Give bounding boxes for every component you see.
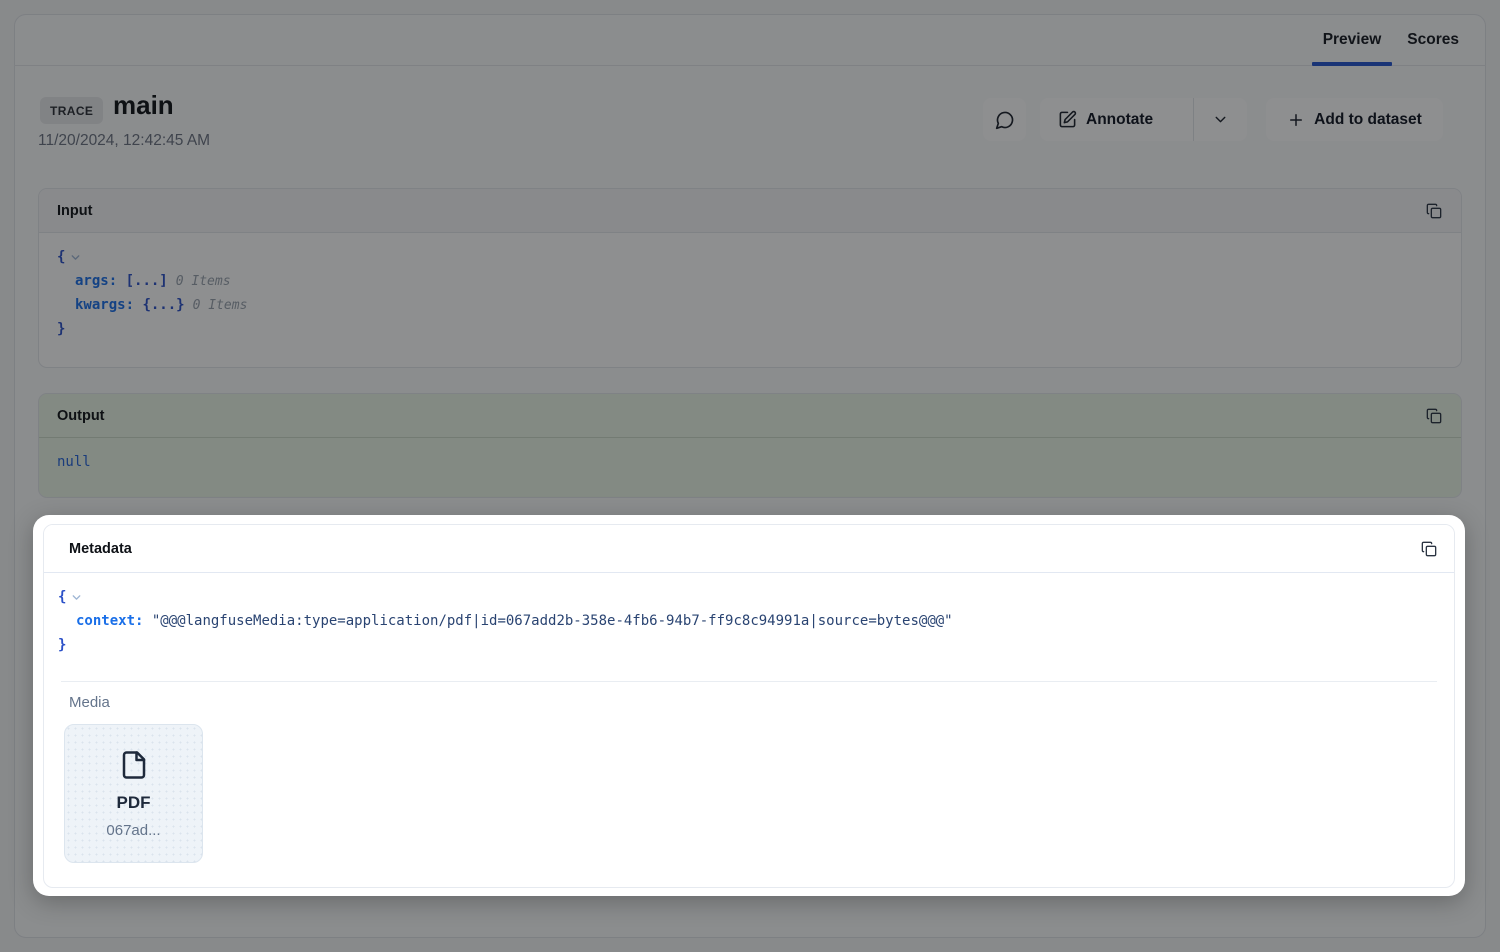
pdf-id-label: 067ad... — [106, 822, 160, 839]
pdf-media-card[interactable]: PDF 067ad... — [64, 724, 203, 863]
json-open-brace: { — [58, 589, 66, 605]
media-divider — [61, 681, 1437, 682]
metadata-spotlight: Metadata { context: "@@@langfuseMedia:ty… — [33, 515, 1465, 896]
json-row-context: context: "@@@langfuseMedia:type=applicat… — [58, 609, 1436, 633]
json-collapse-icon[interactable] — [70, 591, 83, 604]
trace-detail-view: Preview Scores TRACE main 11/20/2024, 12… — [0, 0, 1500, 952]
json-close-brace: } — [58, 637, 66, 653]
metadata-copy-button[interactable] — [1420, 540, 1438, 558]
copy-icon — [1421, 541, 1437, 557]
file-icon — [119, 748, 149, 782]
media-section-label: Media — [69, 694, 1454, 711]
metadata-panel-title: Metadata — [69, 541, 132, 557]
metadata-json-viewer: { context: "@@@langfuseMedia:type=applic… — [44, 573, 1454, 657]
json-string-value: "@@@langfuseMedia:type=application/pdf|i… — [152, 613, 953, 629]
metadata-panel-header: Metadata — [44, 525, 1454, 573]
pdf-type-label: PDF — [117, 793, 151, 813]
metadata-panel: Metadata { context: "@@@langfuseMedia:ty… — [43, 524, 1455, 888]
